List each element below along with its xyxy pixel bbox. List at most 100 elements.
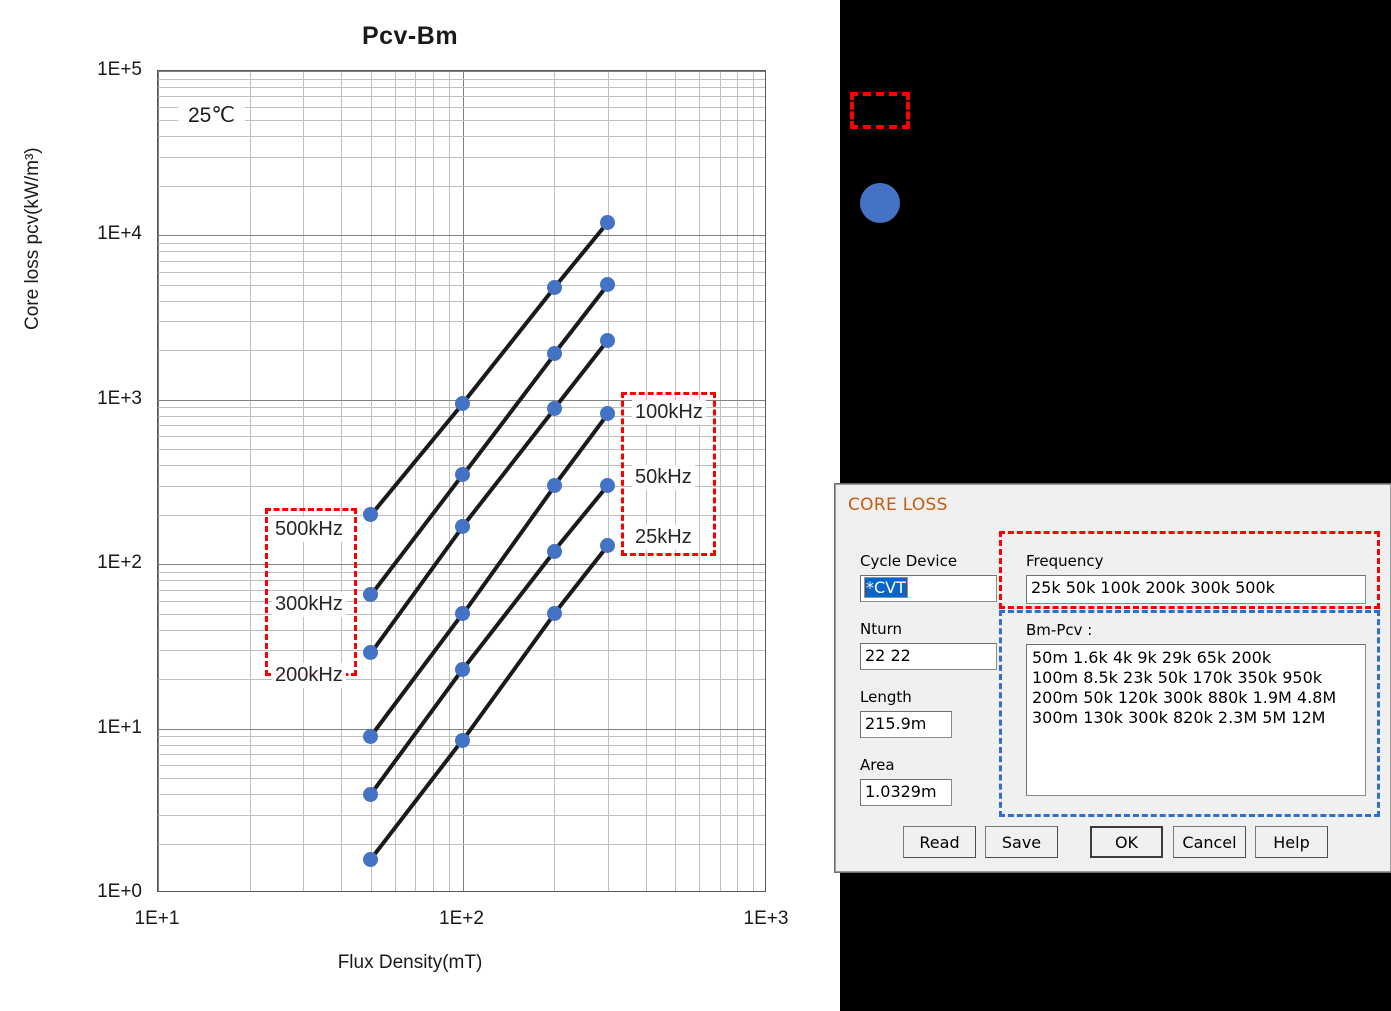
series-line-300khz	[369, 473, 465, 597]
gridline-vertical	[753, 71, 755, 891]
gridline-horizontal	[158, 96, 765, 98]
series-line-50khz	[369, 667, 465, 796]
data-point	[600, 537, 616, 553]
nturn-label: Nturn	[860, 620, 903, 638]
gridline-horizontal	[158, 242, 765, 244]
gridline-horizontal	[158, 571, 765, 573]
gridline-horizontal	[158, 765, 765, 767]
series-label-200khz: 200kHz	[272, 663, 346, 688]
data-point	[363, 728, 379, 744]
data-point	[600, 214, 616, 230]
data-point	[455, 661, 470, 677]
series-line-500khz	[460, 286, 556, 405]
data-point	[600, 332, 616, 348]
core-loss-dialog: CORE LOSS Cycle Device *CVT Nturn 22 22 …	[835, 484, 1391, 872]
y-tick-label: 1E+1	[97, 716, 142, 738]
gridline-vertical	[415, 71, 417, 891]
data-point	[455, 395, 470, 411]
data-point	[455, 518, 470, 534]
gridline-horizontal	[158, 185, 765, 187]
gridline-horizontal	[158, 600, 765, 602]
gridline-horizontal	[158, 794, 765, 796]
gridline-horizontal	[158, 580, 765, 582]
series-label-300khz: 300kHz	[272, 592, 346, 617]
selected-text: *CVT	[864, 577, 908, 598]
gridline-horizontal	[158, 284, 765, 286]
data-point	[546, 606, 562, 622]
gridline-horizontal	[158, 136, 765, 138]
gridline-vertical	[158, 71, 159, 891]
y-tick-label: 1E+0	[97, 881, 142, 902]
gridline-vertical	[303, 71, 305, 891]
chart-title: Pcv-Bm	[361, 22, 459, 50]
data-point	[546, 346, 562, 362]
series-line-500khz	[369, 402, 465, 516]
gridline-horizontal	[158, 843, 765, 845]
area-input[interactable]: 1.0329m	[860, 779, 952, 806]
gridline-horizontal	[158, 251, 765, 253]
x-tick-label: 1E+3	[743, 908, 789, 929]
data-point	[455, 467, 470, 483]
gridline-horizontal	[158, 156, 765, 158]
nturn-input[interactable]: 22 22	[860, 643, 997, 670]
gridline-horizontal	[158, 78, 765, 80]
gridline-vertical	[341, 71, 343, 891]
data-point	[363, 507, 379, 523]
gridline-horizontal	[158, 629, 765, 631]
gridline-horizontal	[158, 778, 765, 780]
series-label-100khz: 100kHz	[632, 400, 706, 425]
highlight-box-bm-pcv	[999, 610, 1380, 817]
data-point	[363, 645, 379, 661]
data-point	[455, 732, 470, 748]
x-tick-label: 1E+1	[134, 908, 180, 929]
ok-button[interactable]: OK	[1090, 826, 1163, 858]
gridline-vertical	[719, 71, 721, 891]
gridline-vertical	[432, 71, 434, 891]
series-line-25khz	[369, 738, 465, 861]
data-point	[546, 401, 562, 417]
y-tick-label: 1E+2	[97, 552, 142, 574]
y-tick-label: 1E+5	[97, 59, 142, 80]
gridline-horizontal	[158, 814, 765, 816]
gridline-horizontal	[158, 107, 765, 109]
data-point	[600, 478, 616, 494]
series-line-25khz	[460, 612, 556, 742]
x-tick-label: 1E+2	[439, 908, 484, 929]
highlight-box-empty	[850, 92, 910, 129]
series-line-300khz	[460, 352, 556, 476]
gridline-horizontal	[158, 650, 765, 652]
series-line-100khz	[460, 484, 556, 615]
length-label: Length	[860, 688, 912, 706]
data-point	[546, 280, 562, 296]
save-button[interactable]: Save	[985, 826, 1058, 858]
cycle-device-input[interactable]: *CVT	[860, 575, 997, 602]
gridline-horizontal	[158, 260, 765, 262]
gridline-horizontal	[158, 86, 765, 88]
gridline-vertical	[448, 71, 450, 891]
highlight-box-frequency	[999, 531, 1380, 609]
cycle-device-label: Cycle Device	[860, 552, 958, 570]
length-input[interactable]: 215.9m	[860, 711, 952, 738]
cancel-button[interactable]: Cancel	[1173, 826, 1246, 858]
cursor-click-marker	[860, 183, 900, 223]
y-tick-label: 1E+4	[97, 223, 142, 245]
series-line-50khz	[460, 549, 556, 671]
gridline-horizontal	[158, 321, 765, 323]
data-point	[455, 606, 470, 622]
read-button[interactable]: Read	[903, 826, 976, 858]
data-point	[600, 277, 616, 293]
series-label-500khz: 500kHz	[272, 517, 346, 542]
data-point	[363, 786, 379, 802]
area-label: Area	[860, 756, 895, 774]
gridline-horizontal	[158, 71, 765, 72]
gridline-horizontal	[158, 564, 765, 566]
gridline-vertical	[737, 71, 739, 891]
gridline-horizontal	[158, 728, 765, 730]
series-label-50khz: 50kHz	[632, 465, 695, 490]
y-axis-title: Core loss pcv(kW/m³)	[22, 147, 43, 330]
data-point	[546, 543, 562, 559]
data-point	[546, 478, 562, 494]
gridline-horizontal	[158, 120, 765, 122]
help-button[interactable]: Help	[1255, 826, 1328, 858]
gridline-horizontal	[158, 271, 765, 273]
